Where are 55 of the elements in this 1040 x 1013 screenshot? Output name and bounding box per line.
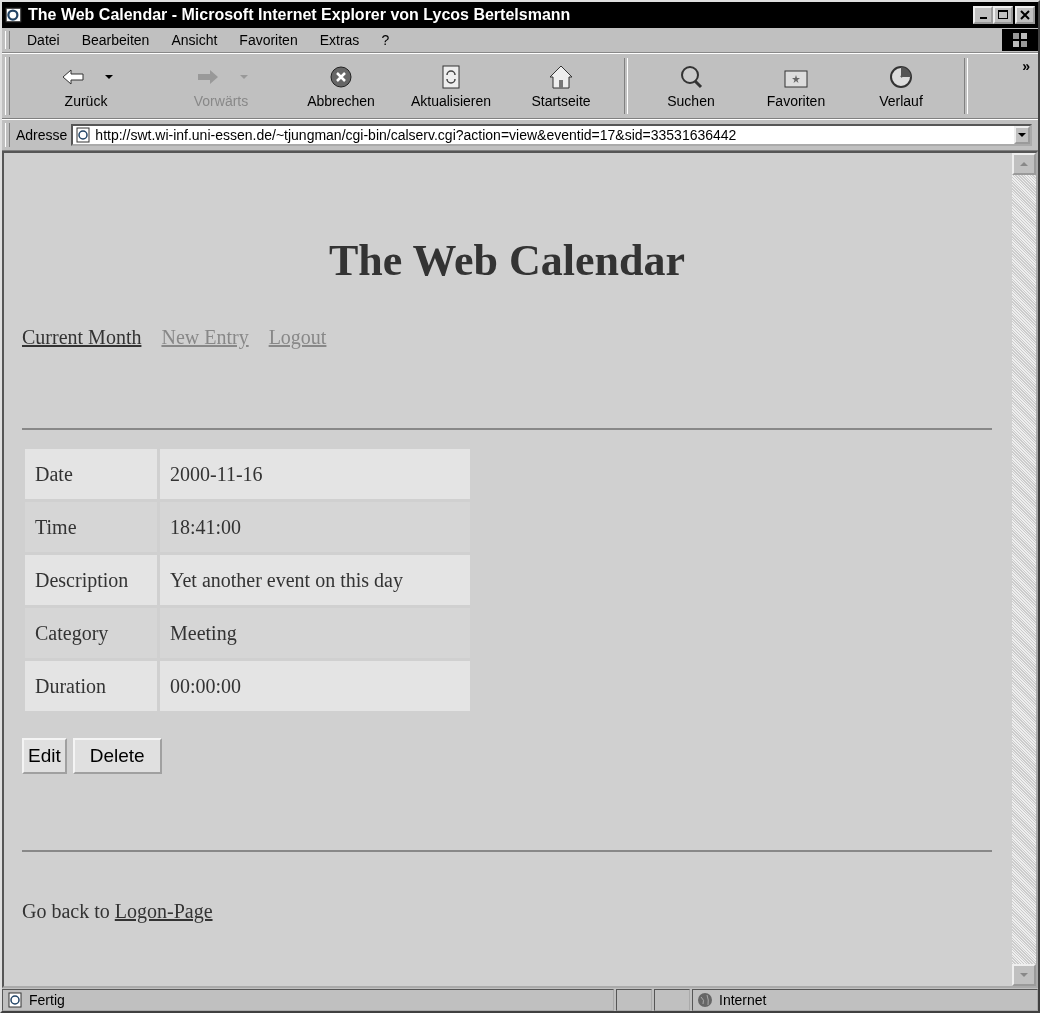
table-cell: Date [25,449,157,499]
form-button[interactable]: Edit [22,738,67,774]
maximize-button[interactable] [993,6,1013,24]
toolbar-button[interactable]: Verlauf [846,54,956,118]
address-field[interactable]: http://swt.wi-inf.uni-essen.de/~tjungman/cgi-bin/calserv.cgi?action=view&eventid=17&sid=33531636442 [71,124,1032,146]
logon-link[interactable]: Logon-Page [114,900,213,922]
close-icon [1020,10,1030,20]
home-icon [547,63,575,91]
toolbar-button[interactable]: Abbrechen [286,54,396,118]
maximize-icon [998,10,1008,20]
table-cell: Time [25,502,157,552]
caret-icon [1020,162,1028,166]
zone-text: Internet [719,992,767,1008]
menu-item[interactable]: ? [370,32,401,48]
page-icon [7,992,23,1008]
table-cell: 2000-11-16 [160,449,470,499]
menu-item[interactable]: Ansicht [160,32,229,48]
page-heading: The Web Calendar [327,235,687,286]
scroll-down-button[interactable] [1012,964,1036,986]
nav-link[interactable]: Current Month [22,326,142,349]
globe-icon [697,992,713,1008]
caret-icon [1020,973,1028,977]
menu-item[interactable]: Datei [16,32,71,48]
footer-text: Go back to [22,900,111,922]
table-cell: Yet another event on this day [160,555,470,605]
minimize-icon [979,17,987,19]
close-button[interactable] [1015,6,1035,24]
table-cell: Category [25,608,157,658]
scroll-up-button[interactable] [1012,153,1036,175]
address-label: Adresse [16,127,68,143]
caret-icon [1018,133,1026,137]
more-button[interactable]: » [1014,54,1038,118]
menu-item[interactable]: Bearbeiten [70,32,161,48]
window-title: The Web Calendar - Microsoft Internet Explorer von Lycos Bertelsmann [28,6,572,24]
status-text: Fertig [29,992,65,1008]
toolbar-button[interactable]: Zurück [16,54,156,118]
menu-item[interactable]: Favoriten [228,32,309,48]
dropdown-button[interactable] [1014,126,1030,144]
toolbar-button[interactable]: Favoriten [746,54,846,118]
minimize-button[interactable] [973,6,993,24]
page-icon [75,127,92,143]
toolbar-button[interactable]: Suchen [636,54,746,118]
dropdown-arrow-icon[interactable] [105,75,113,79]
toolbar-button[interactable]: Startseite [506,54,616,118]
form-button[interactable]: Delete [72,738,162,774]
browser-icon [5,6,23,24]
table-cell: Description [25,555,157,605]
clock-icon [887,63,915,91]
stop-icon [327,63,355,91]
menu-item[interactable]: Extras [308,32,371,48]
table-cell: 18:41:00 [160,502,470,552]
table-cell: Meeting [160,608,470,658]
table-cell: 00:00:00 [160,661,470,711]
table-cell: Duration [25,661,157,711]
toolbar-button[interactable]: Aktualisieren [396,54,506,118]
